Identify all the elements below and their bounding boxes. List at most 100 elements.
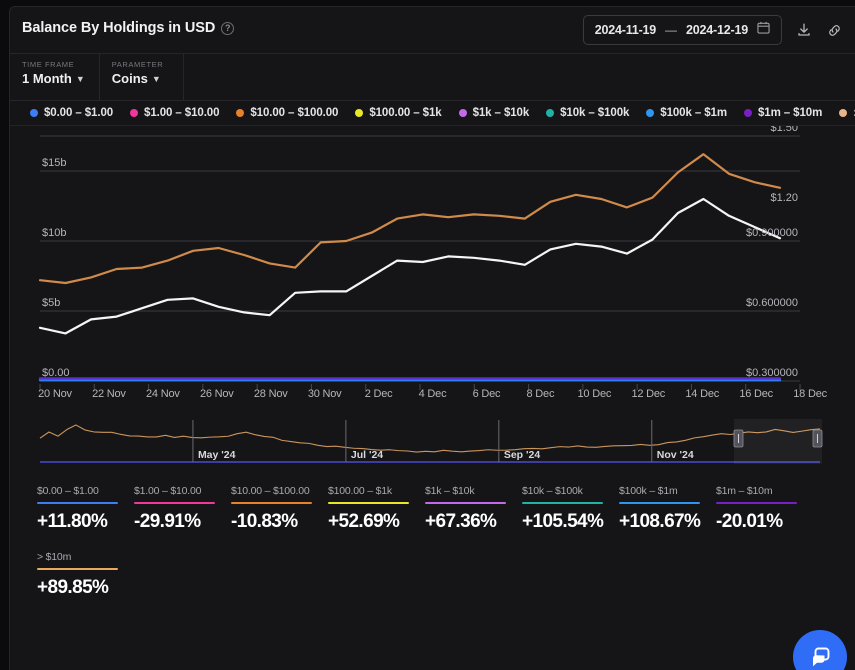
brush-month-label: May '24 [198, 449, 236, 461]
chevron-down-icon[interactable]: ▼ [152, 74, 161, 84]
stat-card: $10.00 – $100.00 -10.83% [231, 485, 328, 533]
control-time-frame-value[interactable]: 1 Month ▼ [22, 71, 85, 86]
control-parameter-value[interactable]: Coins ▼ [112, 71, 169, 86]
chart-y-axis-right-label: $0.900000 [746, 227, 798, 239]
stat-value: +67.36% [425, 511, 497, 532]
legend-color-dot [743, 109, 752, 117]
header-actions: 2024-11-19 — 2024-12-19 [582, 15, 843, 45]
control-bar-filler [184, 54, 855, 100]
legend-color-dot [839, 109, 848, 117]
stat-card: $100.00 – $1k +52.69% [328, 485, 425, 533]
stat-card: $0.00 – $1.00 +11.80% [37, 485, 134, 533]
brush-month-label: Jul '24 [351, 449, 383, 461]
stat-label: $1k – $10k [425, 485, 475, 497]
title-group: Balance By Holdings in USD ? [22, 20, 235, 36]
chart-x-axis-label: 26 Nov [199, 388, 234, 400]
stat-label: $100k – $1m [619, 485, 678, 497]
stat-color-rule [619, 502, 700, 504]
stats-grid: $0.00 – $1.00 +11.80% $1.00 – $10.00 -29.91… [10, 475, 855, 617]
brush-canvas[interactable]: May '24 Jul '24 Sep '24 Nov '24 [10, 416, 855, 471]
question-circle-icon[interactable]: ? [221, 22, 235, 35]
legend-label: $1.00 – $10.00 [144, 107, 220, 119]
legend-color-dot [355, 109, 364, 117]
stat-card: > $10m +89.85% [37, 551, 134, 599]
download-icon[interactable] [796, 22, 812, 38]
chart-x-axis-label: 12 Dec [631, 388, 666, 400]
legend-item[interactable]: $1k – $10k [458, 107, 530, 119]
legend-item[interactable]: $10.00 – $100.00 [236, 107, 338, 119]
legend-color-dot [646, 109, 655, 117]
chart-y-axis-left-label: $10b [42, 227, 66, 239]
legend-label: $1k – $10k [472, 107, 530, 119]
control-time-frame[interactable]: TIME FRAME 1 Month ▼ [10, 54, 100, 100]
chevron-down-icon[interactable]: ▼ [76, 74, 85, 84]
legend-label: $0.00 – $1.00 [44, 107, 114, 119]
stat-label: $10.00 – $100.00 [231, 485, 310, 497]
stat-value: -10.83% [231, 511, 298, 532]
parameter-selected: Coins [111, 71, 148, 86]
stat-card: $1k – $10k +67.36% [425, 485, 522, 533]
chart-y-axis-right-label: $0.600000 [746, 297, 798, 309]
legend-label: $10.00 – $100.00 [250, 107, 339, 119]
chart-x-axis-label: 6 Dec [472, 388, 501, 400]
legend-item[interactable]: : [839, 107, 855, 119]
stat-value: -29.91% [134, 511, 201, 532]
stat-card: $1.00 – $10.00 -29.91% [134, 485, 231, 533]
date-separator: — [665, 23, 678, 37]
balance-chart-card: Balance By Holdings in USD ? 2024-11-19 … [9, 6, 855, 670]
legend-item[interactable]: $0.00 – $1.00 [30, 107, 113, 119]
stat-label: > $10m [37, 551, 72, 563]
brush-month-label: Nov '24 [657, 449, 694, 461]
stat-label: $0.00 – $1.00 [37, 485, 99, 497]
stat-card: $1m – $10m -20.01% [716, 485, 813, 533]
control-parameter[interactable]: PARAMETER Coins ▼ [100, 54, 184, 100]
time-frame-selected: 1 Month [22, 71, 72, 86]
link-icon[interactable] [826, 22, 843, 39]
brush-selection-window[interactable] [734, 419, 822, 464]
date-from-value: 2024-11-19 [594, 23, 657, 37]
main-chart[interactable]: $0.00 $5b $10b $15b $0.300000 $0.600000 $0.900… [10, 126, 855, 416]
stat-label: $10k – $100k [522, 485, 583, 497]
chart-x-axis: 20 Nov 22 Nov 24 Nov 26 Nov 28 Nov 30 Nov 2 De… [10, 388, 855, 400]
calendar-icon[interactable] [757, 21, 770, 39]
chart-y-axis-left-label: $0.00 [42, 367, 70, 379]
stat-card: $10k – $100k +105.54% [522, 485, 619, 533]
chart-x-axis-label: 24 Nov [146, 388, 180, 400]
stat-label: $100.00 – $1k [328, 485, 392, 497]
stat-color-rule [522, 502, 603, 504]
chart-legend: $0.00 – $1.00 $1.00 – $10.00 $10.00 – $100… [10, 101, 855, 126]
date-to-value: 2024-12-19 [686, 23, 748, 37]
brush-month-label: Sep '24 [504, 449, 541, 461]
chart-range-brush[interactable]: May '24 Jul '24 Sep '24 Nov '24 [10, 416, 855, 471]
chat-bubble-icon[interactable] [793, 630, 847, 670]
legend-item[interactable]: $1.00 – $10.00 [130, 107, 219, 119]
legend-item[interactable]: $1m – $10m [743, 107, 822, 119]
brush-series-line [39, 424, 821, 453]
stat-value: +105.54% [522, 511, 604, 532]
chart-x-axis-label: 8 Dec [526, 388, 555, 400]
date-range-picker[interactable]: 2024-11-19 — 2024-12-19 [582, 15, 782, 45]
page-title: Balance By Holdings in USD [22, 20, 216, 36]
chart-x-axis-label: 16 Dec [739, 388, 773, 400]
stat-value: +52.69% [328, 511, 400, 532]
legend-item[interactable]: $100.00 – $1k [355, 107, 442, 119]
stat-value: -20.01% [716, 511, 783, 532]
stat-label: $1m – $10m [716, 485, 773, 497]
chart-x-axis-label: 2 Dec [364, 388, 393, 400]
stat-value: +89.85% [37, 577, 109, 598]
legend-color-dot [236, 109, 245, 117]
stat-value: +108.67% [619, 511, 701, 532]
legend-item[interactable]: $100k – $1m [646, 107, 727, 119]
stat-color-rule [425, 502, 506, 504]
legend-color-dot [30, 109, 38, 117]
stat-color-rule [37, 568, 118, 570]
control-bar: TIME FRAME 1 Month ▼ PARAMETER Coins ▼ [10, 54, 855, 101]
stat-label: $1.00 – $10.00 [134, 485, 202, 497]
chart-x-axis-label: 18 Dec [793, 388, 827, 400]
chart-y-axis-left-label: $15b [42, 157, 66, 169]
stat-color-rule [716, 502, 797, 504]
legend-item[interactable]: $10k – $100k [546, 107, 629, 119]
stat-color-rule [134, 502, 215, 504]
legend-label: $100.00 – $1k [369, 107, 442, 119]
legend-color-dot [546, 109, 555, 117]
